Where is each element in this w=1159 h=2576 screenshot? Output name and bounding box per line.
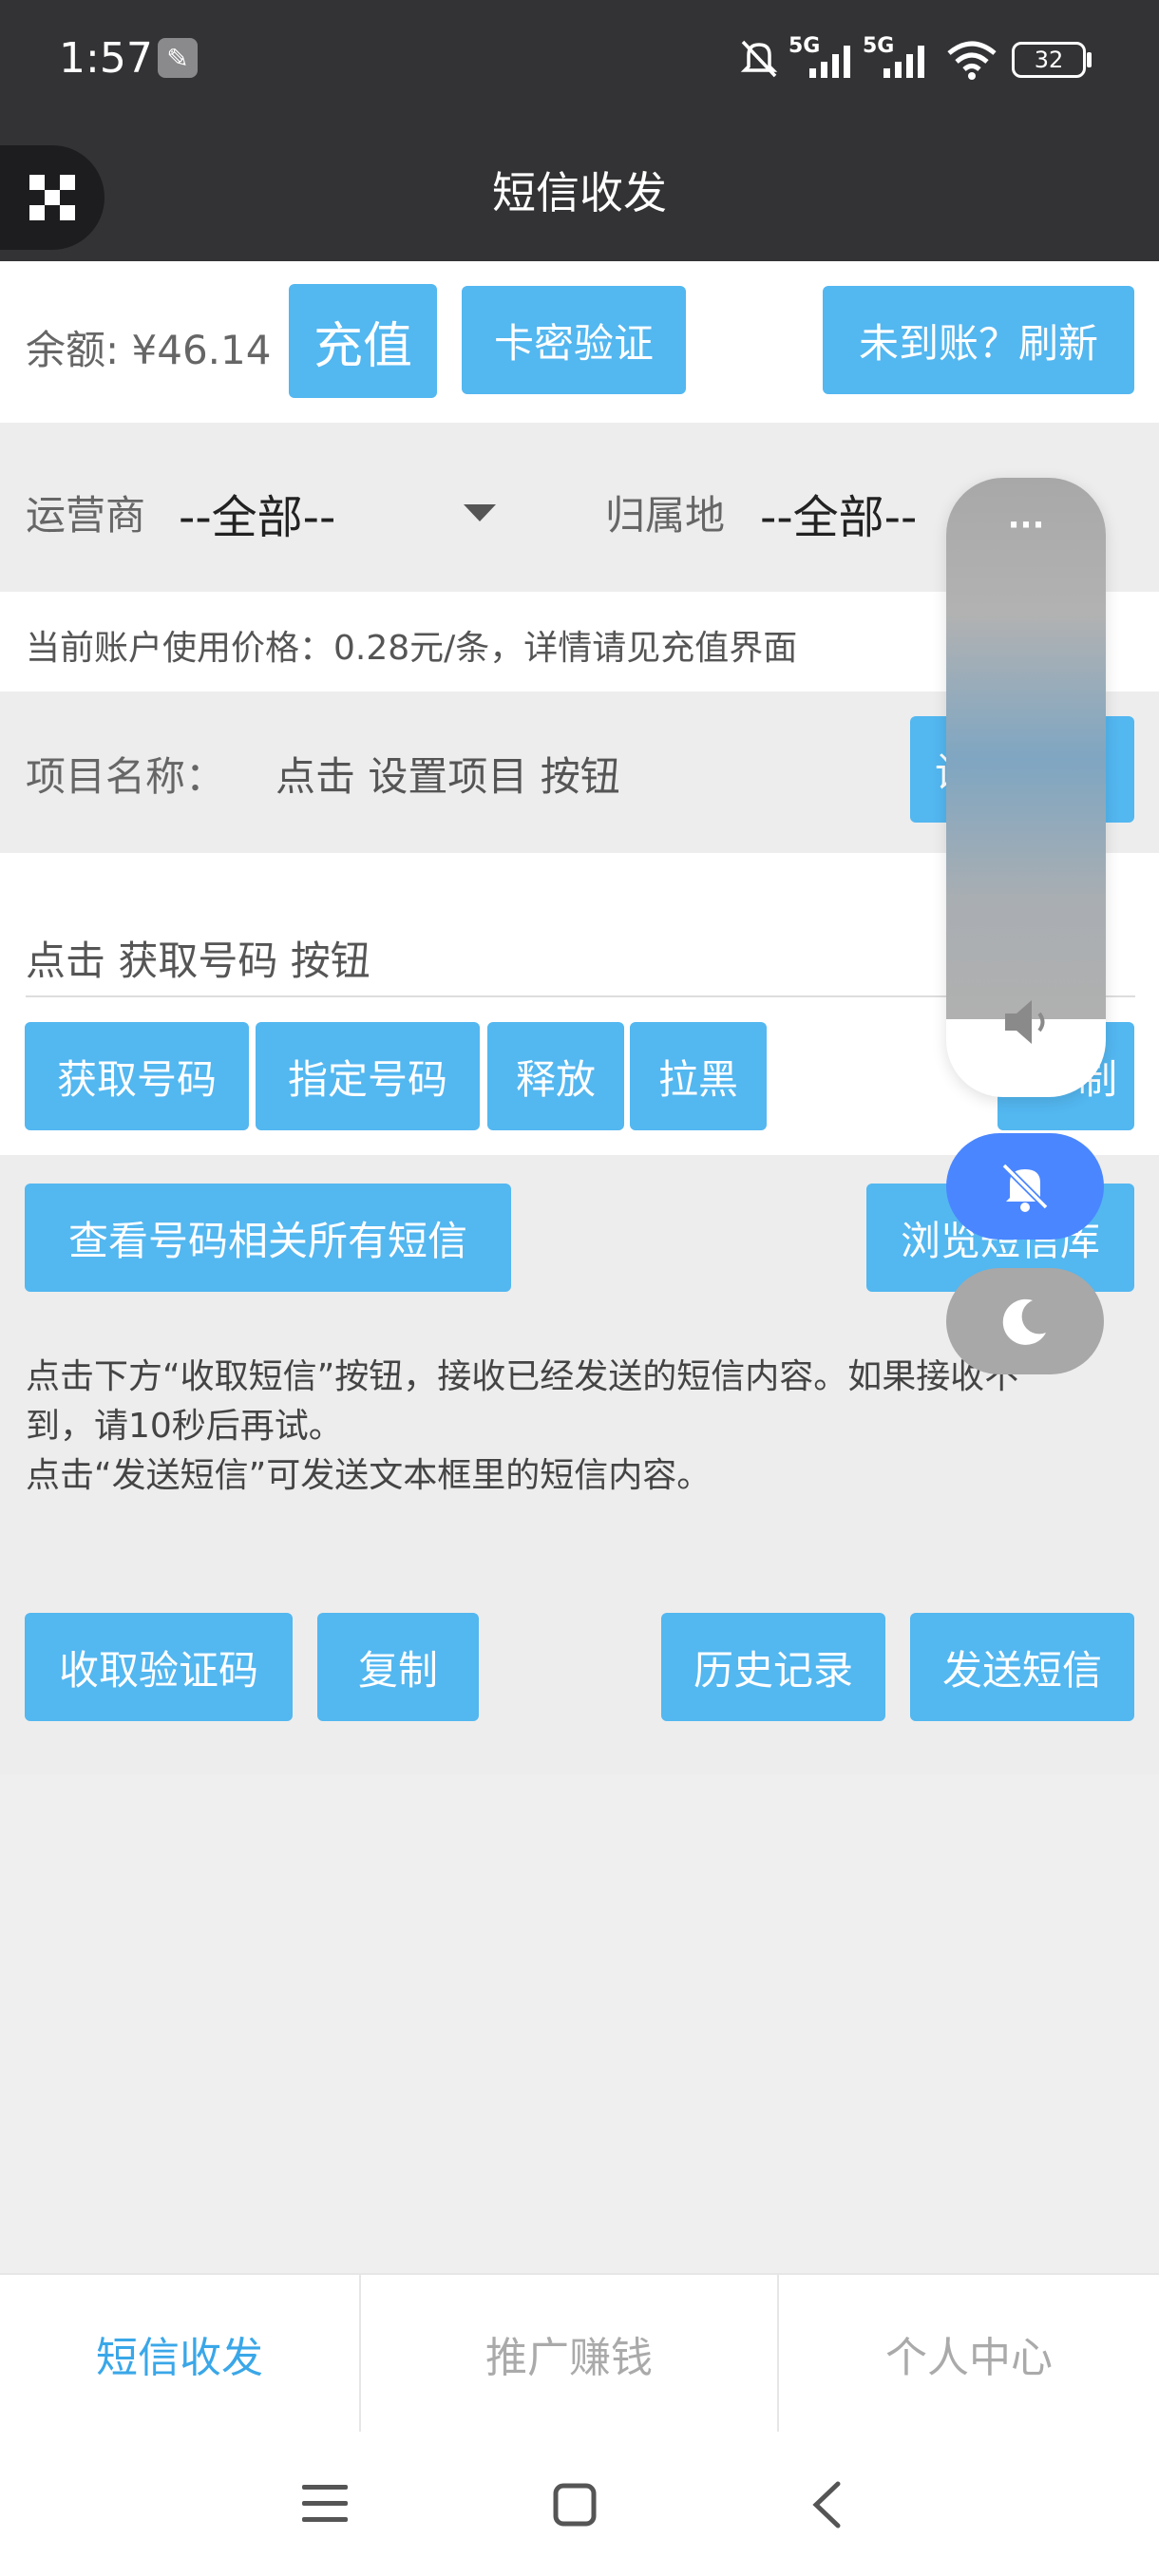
number-field[interactable]: 点击 获取号码 按钮 bbox=[26, 929, 370, 987]
bell-off-icon bbox=[1001, 1163, 1049, 1212]
volume-track bbox=[946, 478, 1106, 1019]
location-value: --全部-- bbox=[760, 491, 918, 544]
tab-promote-label: 推广赚钱 bbox=[485, 2333, 653, 2382]
menu-icon[interactable] bbox=[302, 2483, 348, 2525]
refresh-button[interactable]: 未到账？刷新 bbox=[823, 286, 1134, 394]
back-icon[interactable] bbox=[811, 2481, 842, 2529]
more-icon[interactable]: ··· bbox=[946, 506, 1106, 544]
page-title: 短信收发 bbox=[492, 167, 667, 218]
battery-icon: 32 bbox=[1012, 42, 1086, 78]
history-button[interactable]: 历史记录 bbox=[661, 1613, 885, 1721]
recharge-button[interactable]: 充值 bbox=[289, 284, 437, 398]
status-bar: 1:57 ✎ 5G 5G 32 bbox=[0, 0, 1159, 119]
sms-section: 查看号码相关所有短信 浏览短信库 点击下方“收取短信”按钮，接收已经发送的短信内… bbox=[0, 1155, 1159, 1774]
speaker-icon bbox=[1005, 1000, 1045, 1044]
instruction-line-2: 到，请10秒后再试。 bbox=[26, 1407, 343, 1446]
balance-row: 余额: ¥46.14 充值 卡密验证 未到账？刷新 bbox=[0, 261, 1159, 423]
mute-bell-icon bbox=[737, 36, 781, 80]
view-all-sms-button[interactable]: 查看号码相关所有短信 bbox=[25, 1184, 511, 1292]
status-time: 1:57 bbox=[59, 34, 153, 83]
system-nav-bar bbox=[0, 2432, 1159, 2576]
carrier-label: 运营商 bbox=[26, 492, 146, 539]
wrench-icon: ✎ bbox=[158, 38, 198, 78]
specify-number-button[interactable]: 指定号码 bbox=[256, 1022, 480, 1130]
app-header: 短信收发 bbox=[0, 119, 1159, 261]
dark-mode-button[interactable] bbox=[946, 1268, 1104, 1374]
moon-icon bbox=[1002, 1298, 1046, 1345]
send-sms-button[interactable]: 发送短信 bbox=[910, 1613, 1134, 1721]
blacklist-button[interactable]: 拉黑 bbox=[630, 1022, 767, 1130]
wifi-icon bbox=[945, 38, 998, 80]
battery-tip bbox=[1087, 52, 1092, 67]
volume-panel[interactable]: ··· bbox=[946, 478, 1106, 1097]
carrier-select[interactable]: --全部-- bbox=[179, 470, 502, 546]
receive-code-button[interactable]: 收取验证码 bbox=[25, 1613, 293, 1721]
project-value: 点击 设置项目 按钮 bbox=[276, 753, 620, 800]
chevron-down-icon bbox=[464, 504, 496, 521]
project-label: 项目名称： bbox=[26, 753, 226, 800]
card-verify-button[interactable]: 卡密验证 bbox=[462, 286, 686, 394]
mute-toggle-button[interactable] bbox=[946, 1133, 1104, 1240]
copy-button[interactable]: 复制 bbox=[317, 1613, 479, 1721]
instruction-line-3: 点击“发送短信”可发送文本框里的短信内容。 bbox=[26, 1456, 712, 1495]
tab-profile[interactable]: 个人中心 bbox=[779, 2275, 1159, 2432]
location-label: 归属地 bbox=[605, 492, 726, 539]
get-number-button[interactable]: 获取号码 bbox=[25, 1022, 249, 1130]
tab-profile-label: 个人中心 bbox=[885, 2333, 1053, 2382]
signal-icon-2 bbox=[882, 44, 931, 78]
tab-promote[interactable]: 推广赚钱 bbox=[361, 2275, 777, 2432]
tab-sms-label: 短信收发 bbox=[96, 2333, 263, 2382]
price-note: 当前账户使用价格：0.28元/条，详情请见充值界面 bbox=[26, 629, 798, 668]
tab-sms[interactable]: 短信收发 bbox=[0, 2275, 359, 2432]
battery-level: 32 bbox=[1034, 47, 1064, 73]
balance-label: 余额: ¥46.14 bbox=[26, 327, 272, 373]
instruction-line-1: 点击下方“收取短信”按钮，接收已经发送的短信内容。如果接收不 bbox=[26, 1357, 1019, 1396]
signal-icon bbox=[808, 44, 857, 78]
carrier-value: --全部-- bbox=[179, 491, 336, 544]
release-button[interactable]: 释放 bbox=[487, 1022, 624, 1130]
home-icon[interactable] bbox=[553, 2483, 597, 2527]
